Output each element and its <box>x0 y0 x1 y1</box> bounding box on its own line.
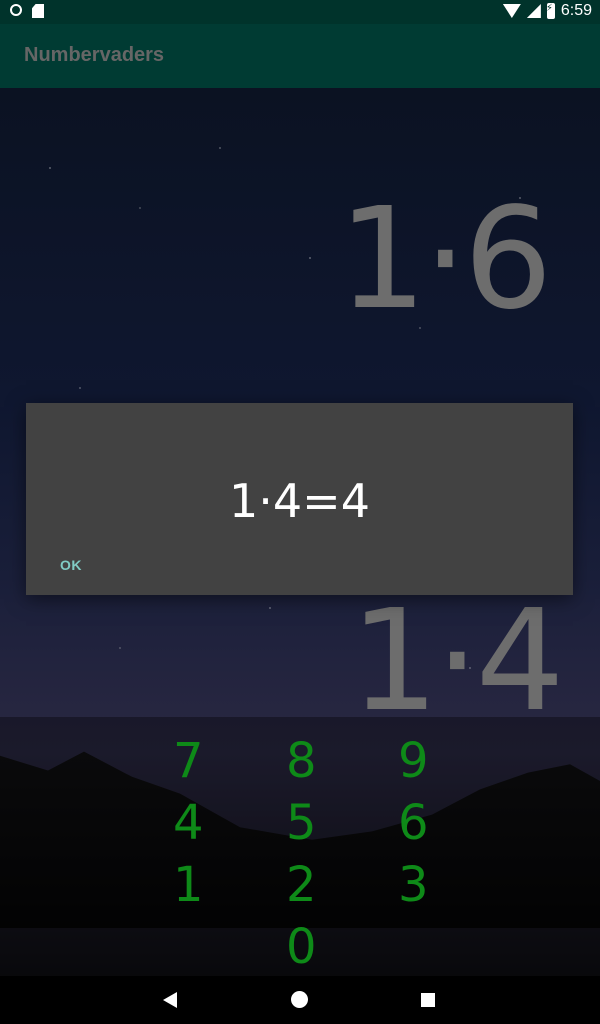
battery-charging-icon <box>546 3 555 19</box>
ok-button[interactable]: OK <box>60 557 82 573</box>
navigation-bar <box>0 976 600 1024</box>
app-title: Numbervaders <box>24 44 165 66</box>
dialog-message: 1·4=4 <box>229 474 370 528</box>
back-icon[interactable] <box>163 992 177 1008</box>
recents-icon[interactable] <box>421 993 435 1007</box>
falling-equation: 1·4 <box>350 580 565 743</box>
keypad-key-7[interactable]: 7 <box>173 737 204 785</box>
cell-signal-icon <box>526 4 541 18</box>
keypad-key-4[interactable]: 4 <box>173 799 204 847</box>
keypad-key-6[interactable]: 6 <box>398 799 429 847</box>
keypad-key-9[interactable]: 9 <box>398 737 429 785</box>
keypad-key-0[interactable]: 0 <box>286 923 317 971</box>
keypad-key-2[interactable]: 2 <box>286 861 317 909</box>
keypad-key-8[interactable]: 8 <box>286 737 317 785</box>
status-time: 6:59 <box>560 2 592 19</box>
keypad-key-1[interactable]: 1 <box>173 861 204 909</box>
app-bar: Numbervaders <box>0 24 600 88</box>
status-bar: 6:59 <box>0 0 600 24</box>
keypad-key-3[interactable]: 3 <box>398 861 429 909</box>
status-left-icons <box>10 4 44 18</box>
wifi-icon <box>502 4 521 18</box>
falling-equation: 1·6 <box>338 178 553 341</box>
keypad-key-5[interactable]: 5 <box>286 799 317 847</box>
result-dialog: 1·4=4 OK <box>26 403 573 595</box>
sd-card-icon <box>32 4 44 18</box>
notification-circle-icon <box>10 4 22 16</box>
status-right: 6:59 <box>502 2 592 20</box>
home-icon[interactable] <box>291 991 308 1008</box>
